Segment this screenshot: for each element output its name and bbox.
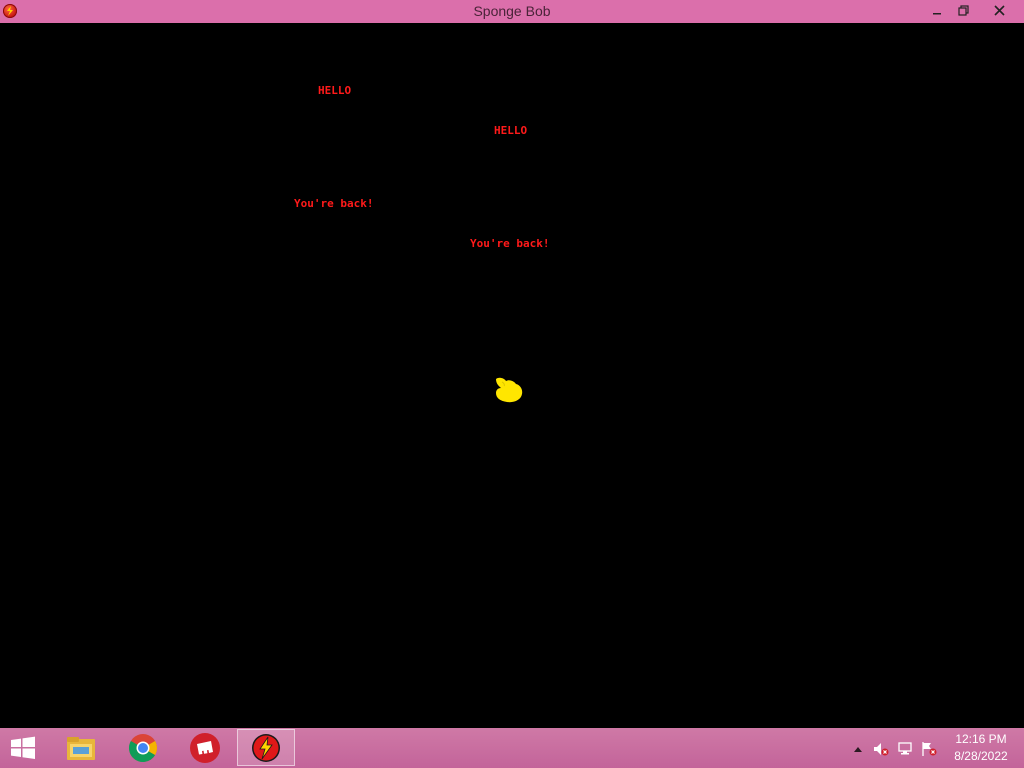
game-app-button[interactable] xyxy=(237,729,295,766)
start-button[interactable] xyxy=(8,736,38,760)
action-center-flag-icon xyxy=(922,742,937,756)
clock-time: 12:16 PM xyxy=(955,732,1007,746)
taskbar xyxy=(0,728,1024,768)
restore-icon xyxy=(957,5,969,16)
riot-client-button[interactable] xyxy=(176,729,234,766)
title-bar[interactable]: Sponge Bob xyxy=(0,0,1024,23)
volume-button[interactable] xyxy=(873,741,889,757)
file-explorer-button[interactable] xyxy=(52,729,110,766)
youre-back-text: You're back! xyxy=(470,237,550,250)
restore-button[interactable] xyxy=(950,0,976,21)
chevron-up-icon xyxy=(854,747,862,752)
network-icon xyxy=(898,742,912,755)
volume-muted-icon xyxy=(874,743,889,756)
file-explorer-icon xyxy=(67,736,95,760)
hello-text: HELLO xyxy=(318,84,352,97)
chrome-icon xyxy=(128,733,157,762)
youre-back-text: You're back! xyxy=(294,197,374,210)
windows-logo-icon xyxy=(11,736,35,759)
riot-client-icon xyxy=(190,732,220,763)
network-button[interactable] xyxy=(898,741,914,757)
minimize-button[interactable] xyxy=(924,0,950,21)
show-hidden-icons-button[interactable] xyxy=(850,741,866,757)
window-title: Sponge Bob xyxy=(473,3,551,19)
system-clock[interactable]: 12:16 PM 8/28/2022 xyxy=(946,731,1016,765)
yellow-sprite xyxy=(496,377,523,403)
action-center-button[interactable] xyxy=(921,741,937,757)
game-window: Sponge Bob HELLO HELLO You're back! You'… xyxy=(0,0,1024,728)
close-icon xyxy=(993,5,1005,16)
clock-date: 8/28/2022 xyxy=(954,749,1008,763)
chrome-button[interactable] xyxy=(114,729,172,766)
minimize-icon xyxy=(933,12,941,14)
game-app-icon xyxy=(252,733,280,762)
close-button[interactable] xyxy=(976,0,1022,21)
hello-text: HELLO xyxy=(494,124,528,137)
